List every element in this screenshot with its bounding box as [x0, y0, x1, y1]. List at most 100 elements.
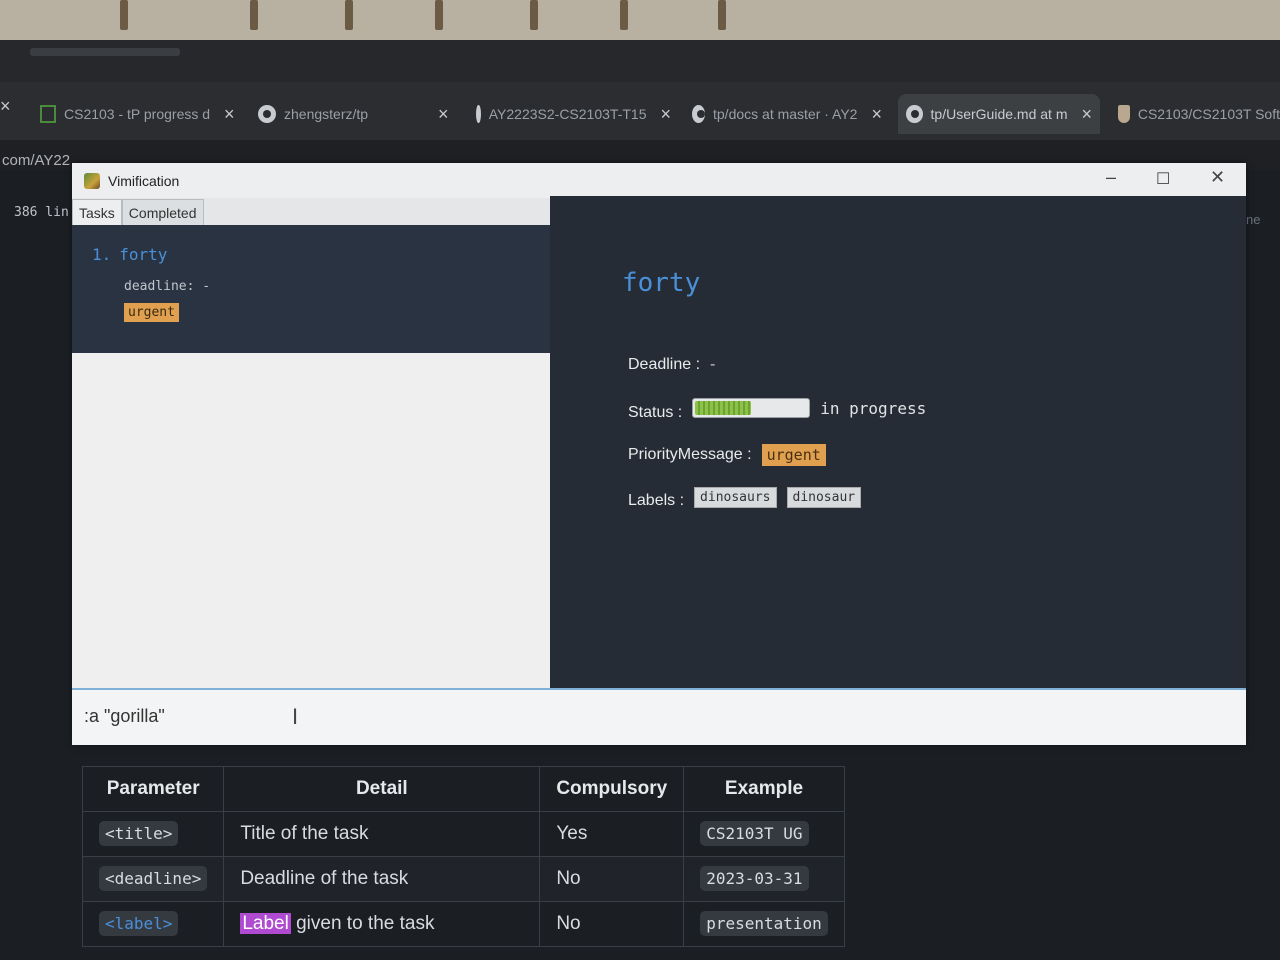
param-cell: <label> [81, 901, 225, 947]
browser-tab[interactable]: CS2103/CS2103T Soft [1118, 94, 1280, 134]
browser-tab[interactable]: tp/docs at master · AY2 × [692, 94, 882, 134]
github-icon [692, 105, 705, 123]
priority-label: PriorityMessage : [628, 446, 752, 463]
tab-title: zhengsterz/tp [284, 106, 369, 122]
task-title: forty [119, 245, 168, 264]
task-detail-panel: forty Deadline : - Status : in progress … [550, 196, 1246, 698]
label-chip: dinosaurs [694, 486, 777, 508]
status-text: in progress [820, 398, 927, 418]
param-cell: <deadline> [81, 856, 225, 902]
tab-tasks[interactable]: Tasks [72, 199, 122, 225]
browser-tab[interactable]: CS2103 - tP progress d × [40, 94, 235, 134]
column-header: Detail [223, 766, 541, 812]
table-row: <deadline> Deadline of the task No 2023-… [81, 856, 845, 902]
param-cell: <title> [81, 811, 225, 857]
parameter-table: Parameter Detail Compulsory Example <tit… [81, 766, 845, 947]
close-icon[interactable]: ✕ [1210, 167, 1225, 188]
example-code: 2023-03-31 [700, 866, 809, 891]
browser-tab[interactable]: AY2223S2-CS2103T-T15 × [476, 94, 671, 134]
priority-chip: urgent [761, 444, 826, 466]
table-header-row: Parameter Detail Compulsory Example [81, 766, 845, 812]
labels-row: Labels : dinosaurs dinosaur [628, 484, 862, 510]
close-icon[interactable]: × [0, 96, 11, 117]
deadline-label: Deadline : [628, 356, 701, 373]
desk-peg [120, 0, 128, 30]
github-icon [258, 105, 276, 123]
labels-label: Labels : [628, 492, 685, 509]
compulsory-cell: No [539, 901, 685, 947]
maximize-icon[interactable]: ☐ [1156, 169, 1170, 189]
example-code: presentation [700, 911, 828, 936]
browser-tab[interactable]: zhengsterz/tp × [258, 94, 453, 134]
app-icon [84, 172, 100, 189]
spreadsheet-icon [40, 105, 56, 123]
table-row: <label> Label given to the task No prese… [81, 901, 845, 947]
close-icon[interactable]: × [438, 104, 449, 125]
desk-peg [718, 0, 726, 30]
close-icon[interactable]: × [224, 104, 235, 125]
github-icon [906, 105, 923, 123]
close-icon[interactable]: × [871, 104, 882, 125]
task-pane: Tasks Completed 1. forty deadline: - urge… [72, 198, 550, 698]
window-title: Vimification [108, 172, 180, 189]
compulsory-cell: No [539, 856, 685, 902]
example-cell: CS2103T UG [683, 811, 845, 857]
browser-tab-active[interactable]: tp/UserGuide.md at m × [898, 94, 1100, 134]
progress-fill [695, 401, 752, 415]
tab-bar: Tasks Completed [72, 198, 550, 225]
github-icon [476, 105, 489, 123]
background-desk [0, 0, 1280, 44]
tab-completed[interactable]: Completed [121, 199, 204, 225]
column-header: Compulsory [539, 766, 685, 812]
desk-peg [435, 0, 443, 30]
detail-title: forty [622, 268, 701, 298]
task-index: 1. [92, 245, 112, 264]
list-item[interactable]: 1. forty deadline: - urgent [92, 245, 210, 322]
tab-title: tp/UserGuide.md at m [930, 106, 1068, 122]
label-chip: dinosaur [786, 486, 862, 508]
desk-peg [345, 0, 353, 30]
minimize-icon[interactable]: – [1106, 167, 1116, 188]
detail-text: given to the task [290, 913, 435, 934]
vimification-window: Vimification – ☐ ✕ Tasks Completed 1. for… [72, 163, 1246, 745]
line-count: 386 lin [14, 205, 69, 220]
shield-icon [1118, 105, 1130, 123]
desk-peg [250, 0, 258, 30]
close-icon[interactable]: × [660, 104, 671, 125]
param-code: <title> [99, 821, 179, 846]
example-cell: 2023-03-31 [683, 856, 845, 902]
detail-cell: Deadline of the task [223, 856, 541, 902]
priority-row: PriorityMessage : urgent [628, 444, 826, 466]
url-text: com/AY22 [2, 152, 71, 169]
param-code: <deadline> [99, 866, 208, 891]
status-progress-bar [692, 398, 811, 418]
window-titlebar: Vimification – ☐ ✕ [72, 163, 1246, 198]
column-header: Example [683, 766, 845, 812]
tab-title: tp/docs at master · AY2 [713, 106, 858, 122]
desk-peg [620, 0, 628, 30]
column-header: Parameter [81, 766, 225, 812]
deadline-value: - [710, 356, 716, 373]
task-list: 1. forty deadline: - urgent [72, 225, 550, 353]
priority-tag: urgent [124, 303, 179, 322]
command-input[interactable]: :a "gorilla" [84, 706, 165, 727]
detail-cell: Title of the task [223, 811, 541, 857]
deadline-row: Deadline : - [628, 356, 715, 374]
desk-peg [530, 0, 538, 30]
search-highlight: Label [240, 913, 291, 934]
example-code: CS2103T UG [700, 821, 809, 846]
table-row: <title> Title of the task Yes CS2103T UG [81, 811, 845, 857]
tab-title: CS2103 - tP progress d [64, 106, 211, 122]
command-bar[interactable]: :a "gorilla" I [72, 688, 1246, 745]
side-text: ne [1246, 212, 1261, 227]
task-deadline: deadline: - [124, 279, 211, 294]
param-code: <label> [99, 911, 179, 936]
compulsory-cell: Yes [539, 811, 685, 857]
status-label: Status : [628, 404, 683, 421]
status-row: Status : in progress [628, 394, 926, 422]
browser-tabstrip: CS2103 - tP progress d × zhengsterz/tp ×… [0, 82, 1280, 140]
example-cell: presentation [683, 901, 845, 947]
tab-title: AY2223S2-CS2103T-T15 [488, 106, 647, 122]
monitor-bezel [0, 40, 1280, 82]
close-icon[interactable]: × [1081, 104, 1092, 125]
